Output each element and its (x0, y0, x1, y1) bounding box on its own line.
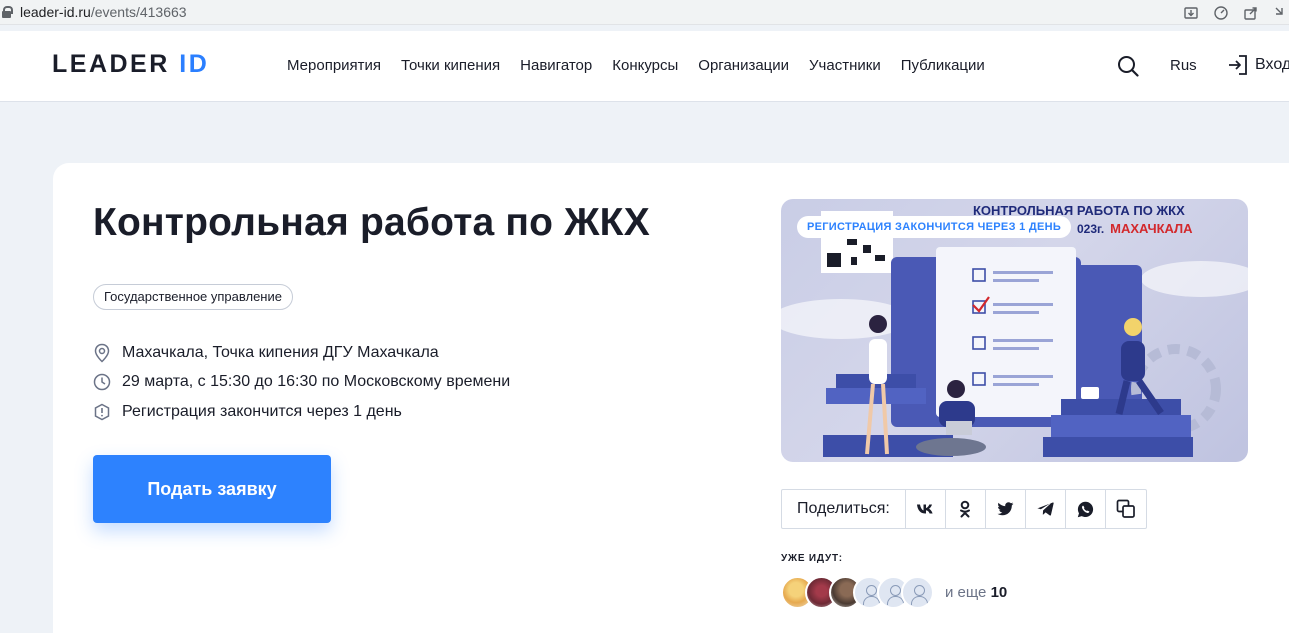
attendees-avatars[interactable] (781, 576, 934, 609)
share-vk-button[interactable] (906, 490, 946, 528)
nav-item-navigator[interactable]: Навигатор (520, 57, 592, 74)
install-app-icon[interactable] (1183, 5, 1199, 21)
logo-accent: ID (179, 50, 210, 78)
banner-subheading: 023г. МАХАЧКАЛА (1077, 221, 1193, 236)
time-text: 29 марта, с 15:30 до 16:30 по Московском… (122, 373, 511, 390)
event-category-tag[interactable]: Государственное управление (93, 284, 293, 310)
share-whatsapp-button[interactable] (1066, 490, 1106, 528)
site-header: LEADER ID Мероприятия Точки кипения Нави… (0, 31, 1289, 102)
copy-link-button[interactable] (1106, 490, 1146, 528)
share-telegram-button[interactable] (1026, 490, 1066, 528)
browser-address-bar[interactable]: leader-id.ru/events/413663 (0, 0, 1289, 25)
event-title: Контрольная работа по ЖКХ (93, 201, 650, 244)
nav-item-contests[interactable]: Конкурсы (612, 57, 678, 74)
more-prefix: и еще (945, 584, 987, 601)
vk-icon (917, 504, 933, 514)
browser-toolbar (1183, 0, 1289, 25)
main-nav: Мероприятия Точки кипения Навигатор Конк… (287, 57, 1005, 74)
url-path: /events/413663 (90, 4, 187, 20)
location-text: Махачкала, Точка кипения ДГУ Махачкала (122, 344, 439, 361)
search-button[interactable] (1117, 55, 1139, 82)
lock-icon (2, 6, 13, 18)
nav-item-points[interactable]: Точки кипения (401, 57, 500, 74)
location-pin-icon (94, 343, 110, 363)
apply-button[interactable]: Подать заявку (93, 455, 331, 523)
event-location: Махачкала, Точка кипения ДГУ Махачкала (93, 343, 439, 363)
search-icon (1118, 56, 1139, 77)
attendees-more[interactable]: и еще 10 (945, 584, 1007, 601)
copy-link-icon (1116, 499, 1135, 518)
logo-text: LEADER (52, 50, 170, 78)
performance-icon[interactable] (1213, 5, 1229, 21)
share-label: Поделиться: (782, 490, 906, 528)
nav-item-participants[interactable]: Участники (809, 57, 881, 74)
banner-year: 023г. (1077, 222, 1105, 236)
nav-item-publications[interactable]: Публикации (901, 57, 985, 74)
tab-menu-icon[interactable] (1273, 5, 1285, 21)
banner-heading: КОНТРОЛЬНАЯ РАБОТА ПО ЖКХ (973, 203, 1185, 218)
registration-badge: РЕГИСТРАЦИЯ ЗАКОНЧИТСЯ ЧЕРЕЗ 1 ДЕНЬ (797, 216, 1072, 238)
share-page-icon[interactable] (1243, 5, 1259, 21)
url-host: leader-id.ru (20, 4, 91, 20)
url-text[interactable]: leader-id.ru/events/413663 (20, 4, 187, 20)
language-switch[interactable]: Rus (1170, 57, 1197, 74)
telegram-icon (1037, 502, 1054, 516)
event-registration-deadline: Регистрация закончится через 1 день (93, 403, 402, 421)
event-time: 29 марта, с 15:30 до 16:30 по Московском… (93, 373, 510, 391)
banner-city: МАХАЧКАЛА (1110, 221, 1193, 236)
registration-text: Регистрация закончится через 1 день (122, 403, 402, 420)
login-button[interactable]: Вход (1227, 54, 1289, 76)
whatsapp-icon (1077, 501, 1093, 517)
nav-item-organizations[interactable]: Организации (698, 57, 789, 74)
share-twitter-button[interactable] (986, 490, 1026, 528)
nav-item-events[interactable]: Мероприятия (287, 57, 381, 74)
event-card: Контрольная работа по ЖКХ Государственно… (53, 163, 1289, 633)
odnoklassniki-icon (960, 500, 971, 518)
avatar-placeholder[interactable] (901, 576, 934, 609)
warning-icon (94, 403, 110, 421)
share-bar: Поделиться: (781, 489, 1147, 529)
banner-illustration (781, 211, 1248, 457)
leader-id-logo[interactable]: LEADER ID (52, 50, 209, 79)
event-banner-image: РЕГИСТРАЦИЯ ЗАКОНЧИТСЯ ЧЕРЕЗ 1 ДЕНЬ КОНТ… (781, 199, 1248, 462)
twitter-icon (997, 502, 1014, 516)
attendees-label: УЖЕ ИДУТ: (781, 553, 843, 564)
login-icon (1229, 55, 1247, 75)
share-ok-button[interactable] (946, 490, 986, 528)
clock-icon (93, 373, 111, 391)
more-count: 10 (990, 584, 1008, 601)
login-label: Вход (1255, 56, 1289, 73)
